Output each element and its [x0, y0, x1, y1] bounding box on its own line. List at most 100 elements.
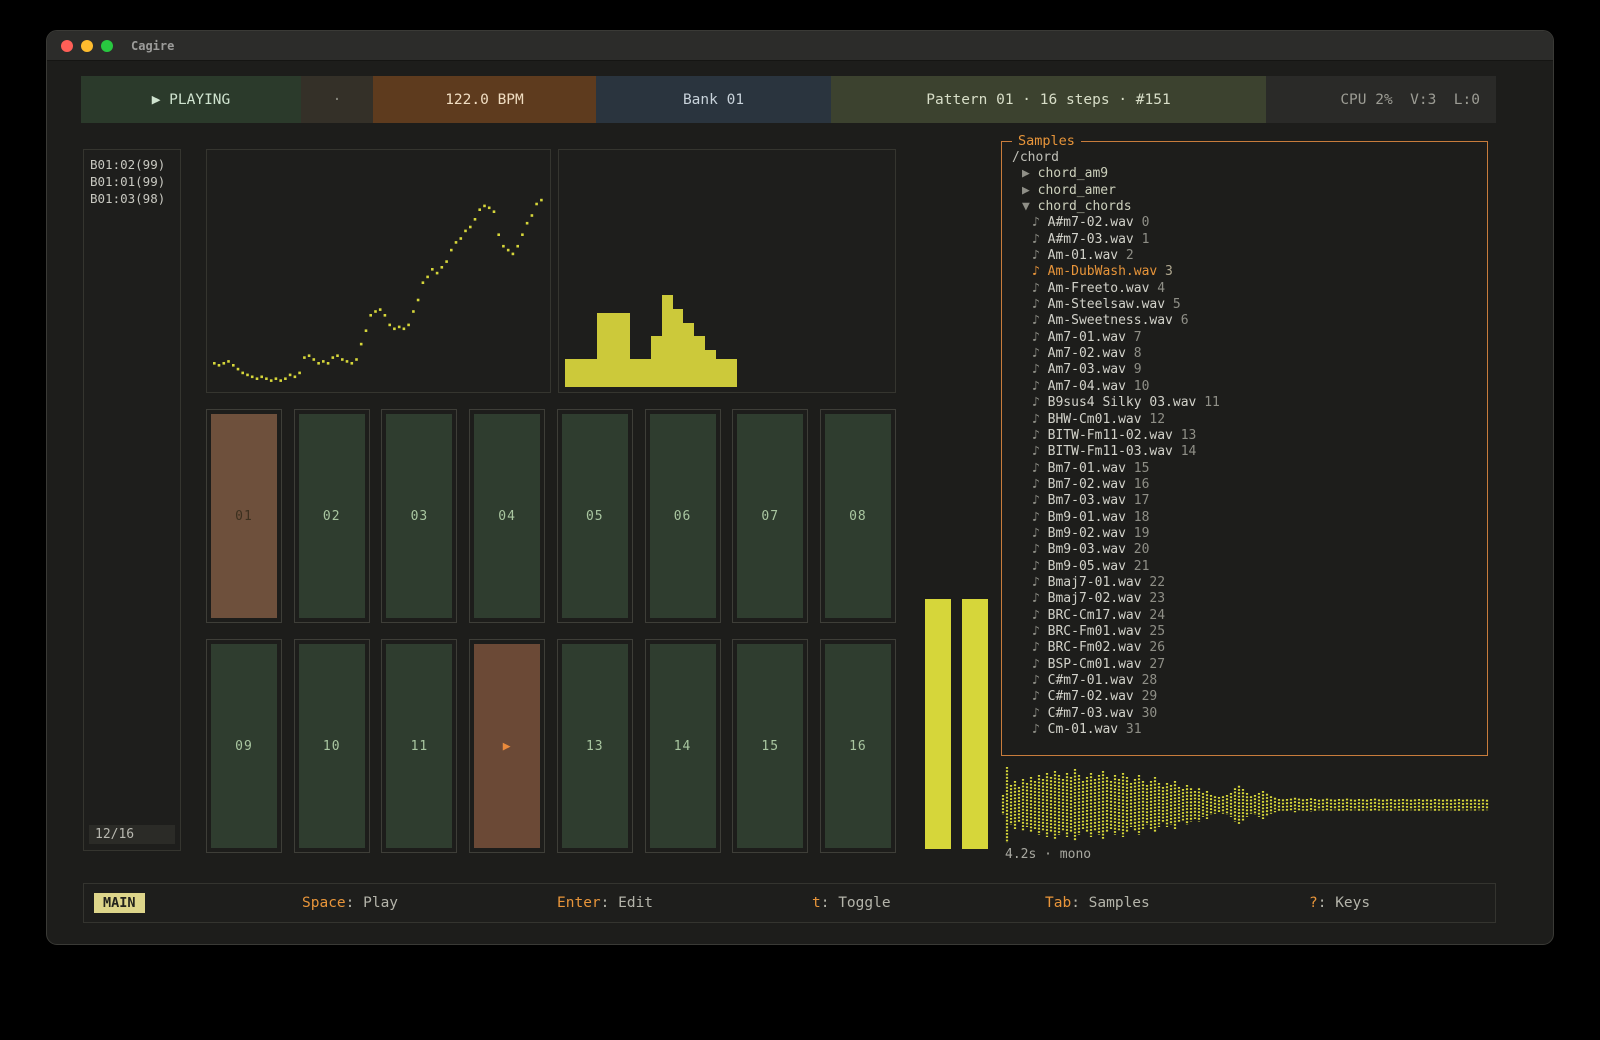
close-button[interactable] — [61, 40, 73, 52]
sample-item[interactable]: ♪ Am7-02.wav 8 — [1012, 346, 1477, 362]
sample-item[interactable]: ♪ BHW-Cm01.wav 12 — [1012, 412, 1477, 428]
sample-name: Bm9-01.wav — [1048, 510, 1126, 525]
sample-item[interactable]: ♪ Bm9-03.wav 20 — [1012, 542, 1477, 558]
pad[interactable]: 09 — [206, 639, 282, 853]
pad[interactable]: 14 — [645, 639, 721, 853]
sample-item[interactable]: ♪ Bm9-05.wav 21 — [1012, 559, 1477, 575]
minimize-button[interactable] — [81, 40, 93, 52]
histogram-bar — [587, 359, 598, 387]
sample-index: 27 — [1142, 657, 1165, 672]
sample-index: 13 — [1173, 428, 1196, 443]
sample-name: BITW-Fm11-03.wav — [1048, 444, 1173, 459]
sample-item[interactable]: ♪ C#m7-01.wav 28 — [1012, 673, 1477, 689]
sample-item[interactable]: ♪ BITW-Fm11-03.wav 14 — [1012, 444, 1477, 460]
sample-index: 2 — [1118, 248, 1134, 263]
sample-item[interactable]: ♪ Bm7-02.wav 16 — [1012, 477, 1477, 493]
note-icon: ♪ — [1032, 362, 1048, 378]
sample-item[interactable]: ♪ BRC-Fm02.wav 26 — [1012, 640, 1477, 656]
sample-item[interactable]: ♪ B9sus4 Silky 03.wav 11 — [1012, 395, 1477, 411]
transport-status[interactable]: ▶ PLAYING — [81, 76, 301, 123]
folder-toggle-icon[interactable]: ▶ — [1022, 183, 1038, 199]
note-icon: ♪ — [1032, 722, 1048, 738]
pad[interactable]: 07 — [732, 409, 808, 623]
pad[interactable]: ▶ — [469, 639, 545, 853]
pad-label: 14 — [650, 644, 716, 848]
pad-grid: 0102030405060708 091011▶13141516 — [206, 409, 896, 853]
bank-display[interactable]: Bank 01 — [596, 76, 831, 123]
note-icon: ♪ — [1032, 444, 1048, 460]
pad-label: 10 — [299, 644, 365, 848]
note-icon: ♪ — [1032, 510, 1048, 526]
sample-name: Bm9-02.wav — [1048, 526, 1126, 541]
sample-item[interactable]: ♪ Am-01.wav 2 — [1012, 248, 1477, 264]
sample-folder[interactable]: ▶ chord_amer — [1012, 183, 1477, 199]
pad[interactable]: 16 — [820, 639, 896, 853]
folder-toggle-icon[interactable]: ▼ — [1022, 199, 1038, 215]
pad[interactable]: 13 — [557, 639, 633, 853]
pad[interactable]: 04 — [469, 409, 545, 623]
sample-item[interactable]: ♪ Am7-03.wav 9 — [1012, 362, 1477, 378]
hint-action: : Toggle — [821, 895, 891, 911]
sample-item[interactable]: ♪ BSP-Cm01.wav 27 — [1012, 657, 1477, 673]
pad[interactable]: 06 — [645, 409, 721, 623]
sample-folder[interactable]: ▼ chord_chords — [1012, 199, 1477, 215]
sample-item[interactable]: ♪ Am-Steelsaw.wav 5 — [1012, 297, 1477, 313]
sample-item[interactable]: ♪ Bmaj7-01.wav 22 — [1012, 575, 1477, 591]
zoom-button[interactable] — [101, 40, 113, 52]
sample-name: Bm7-01.wav — [1048, 461, 1126, 476]
note-icon: ♪ — [1032, 330, 1048, 346]
sample-item[interactable]: ♪ Bm9-01.wav 18 — [1012, 510, 1477, 526]
pad[interactable]: 05 — [557, 409, 633, 623]
sample-item[interactable]: ♪ A#m7-02.wav 0 — [1012, 215, 1477, 231]
pad[interactable]: 01 — [206, 409, 282, 623]
sample-item[interactable]: ♪ Cm-01.wav 31 — [1012, 722, 1477, 738]
pad[interactable]: 11 — [381, 639, 457, 853]
pad[interactable]: 02 — [294, 409, 370, 623]
sample-index: 9 — [1126, 362, 1142, 377]
histogram-bar — [597, 313, 608, 387]
sample-item[interactable]: ♪ Bm7-03.wav 17 — [1012, 493, 1477, 509]
pad[interactable]: 03 — [381, 409, 457, 623]
sample-item[interactable]: ♪ Am-DubWash.wav 3 — [1012, 264, 1477, 280]
histogram-bar — [705, 350, 716, 387]
sample-item[interactable]: ♪ C#m7-02.wav 29 — [1012, 689, 1477, 705]
sample-item[interactable]: ♪ Bmaj7-02.wav 23 — [1012, 591, 1477, 607]
sample-item[interactable]: ♪ BRC-Fm01.wav 25 — [1012, 624, 1477, 640]
sample-item[interactable]: ♪ BITW-Fm11-02.wav 13 — [1012, 428, 1477, 444]
pad[interactable]: 08 — [820, 409, 896, 623]
sample-item[interactable]: ♪ BRC-Cm17.wav 24 — [1012, 608, 1477, 624]
sample-name: Am7-01.wav — [1048, 330, 1126, 345]
meter-bar — [962, 599, 988, 849]
pad[interactable]: 15 — [732, 639, 808, 853]
histogram-bar — [726, 359, 737, 387]
sample-item[interactable]: ♪ A#m7-03.wav 1 — [1012, 232, 1477, 248]
sample-item[interactable]: ♪ Bm9-02.wav 19 — [1012, 526, 1477, 542]
note-icon: ♪ — [1032, 232, 1048, 248]
bpm-display[interactable]: 122.0 BPM — [373, 76, 596, 123]
sample-item[interactable]: ♪ Am-Freeto.wav 4 — [1012, 281, 1477, 297]
histogram-bar — [630, 359, 641, 387]
note-icon: ♪ — [1032, 248, 1048, 264]
sample-item[interactable]: ♪ C#m7-03.wav 30 — [1012, 706, 1477, 722]
pattern-display[interactable]: Pattern 01 · 16 steps · #151 — [831, 76, 1266, 123]
sample-index: 15 — [1126, 461, 1149, 476]
meter-bar — [925, 599, 951, 849]
pad[interactable]: 10 — [294, 639, 370, 853]
note-icon: ♪ — [1032, 297, 1048, 313]
melody-contour-chart — [206, 149, 551, 393]
sample-folder[interactable]: ▶ chord_am9 — [1012, 166, 1477, 182]
histogram-bar — [716, 359, 727, 387]
pad-label: 11 — [386, 644, 452, 848]
folder-toggle-icon[interactable]: ▶ — [1022, 166, 1038, 182]
sample-item[interactable]: ♪ Am-Sweetness.wav 6 — [1012, 313, 1477, 329]
key-hint: Tab: Samples — [1045, 895, 1150, 911]
pad-label: 02 — [299, 414, 365, 618]
note-icon: ♪ — [1032, 264, 1048, 280]
sample-item[interactable]: ♪ Am7-01.wav 7 — [1012, 330, 1477, 346]
sample-index: 30 — [1134, 706, 1157, 721]
sample-item[interactable]: ♪ Am7-04.wav 10 — [1012, 379, 1477, 395]
sample-item[interactable]: ♪ Bm7-01.wav 15 — [1012, 461, 1477, 477]
pad-label: 04 — [474, 414, 540, 618]
pad-label: 08 — [825, 414, 891, 618]
folder-name: chord_am9 — [1038, 166, 1108, 181]
